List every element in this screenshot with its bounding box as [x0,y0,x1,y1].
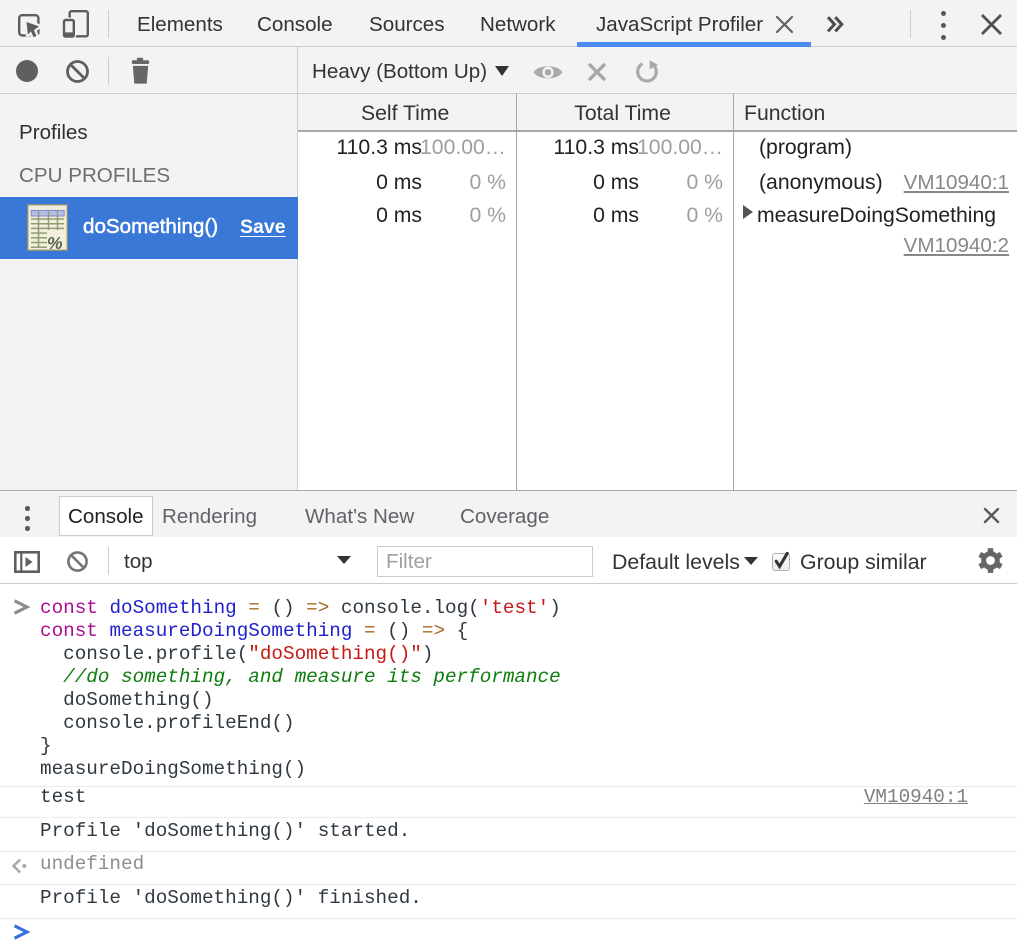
svg-text:%: % [47,233,63,253]
